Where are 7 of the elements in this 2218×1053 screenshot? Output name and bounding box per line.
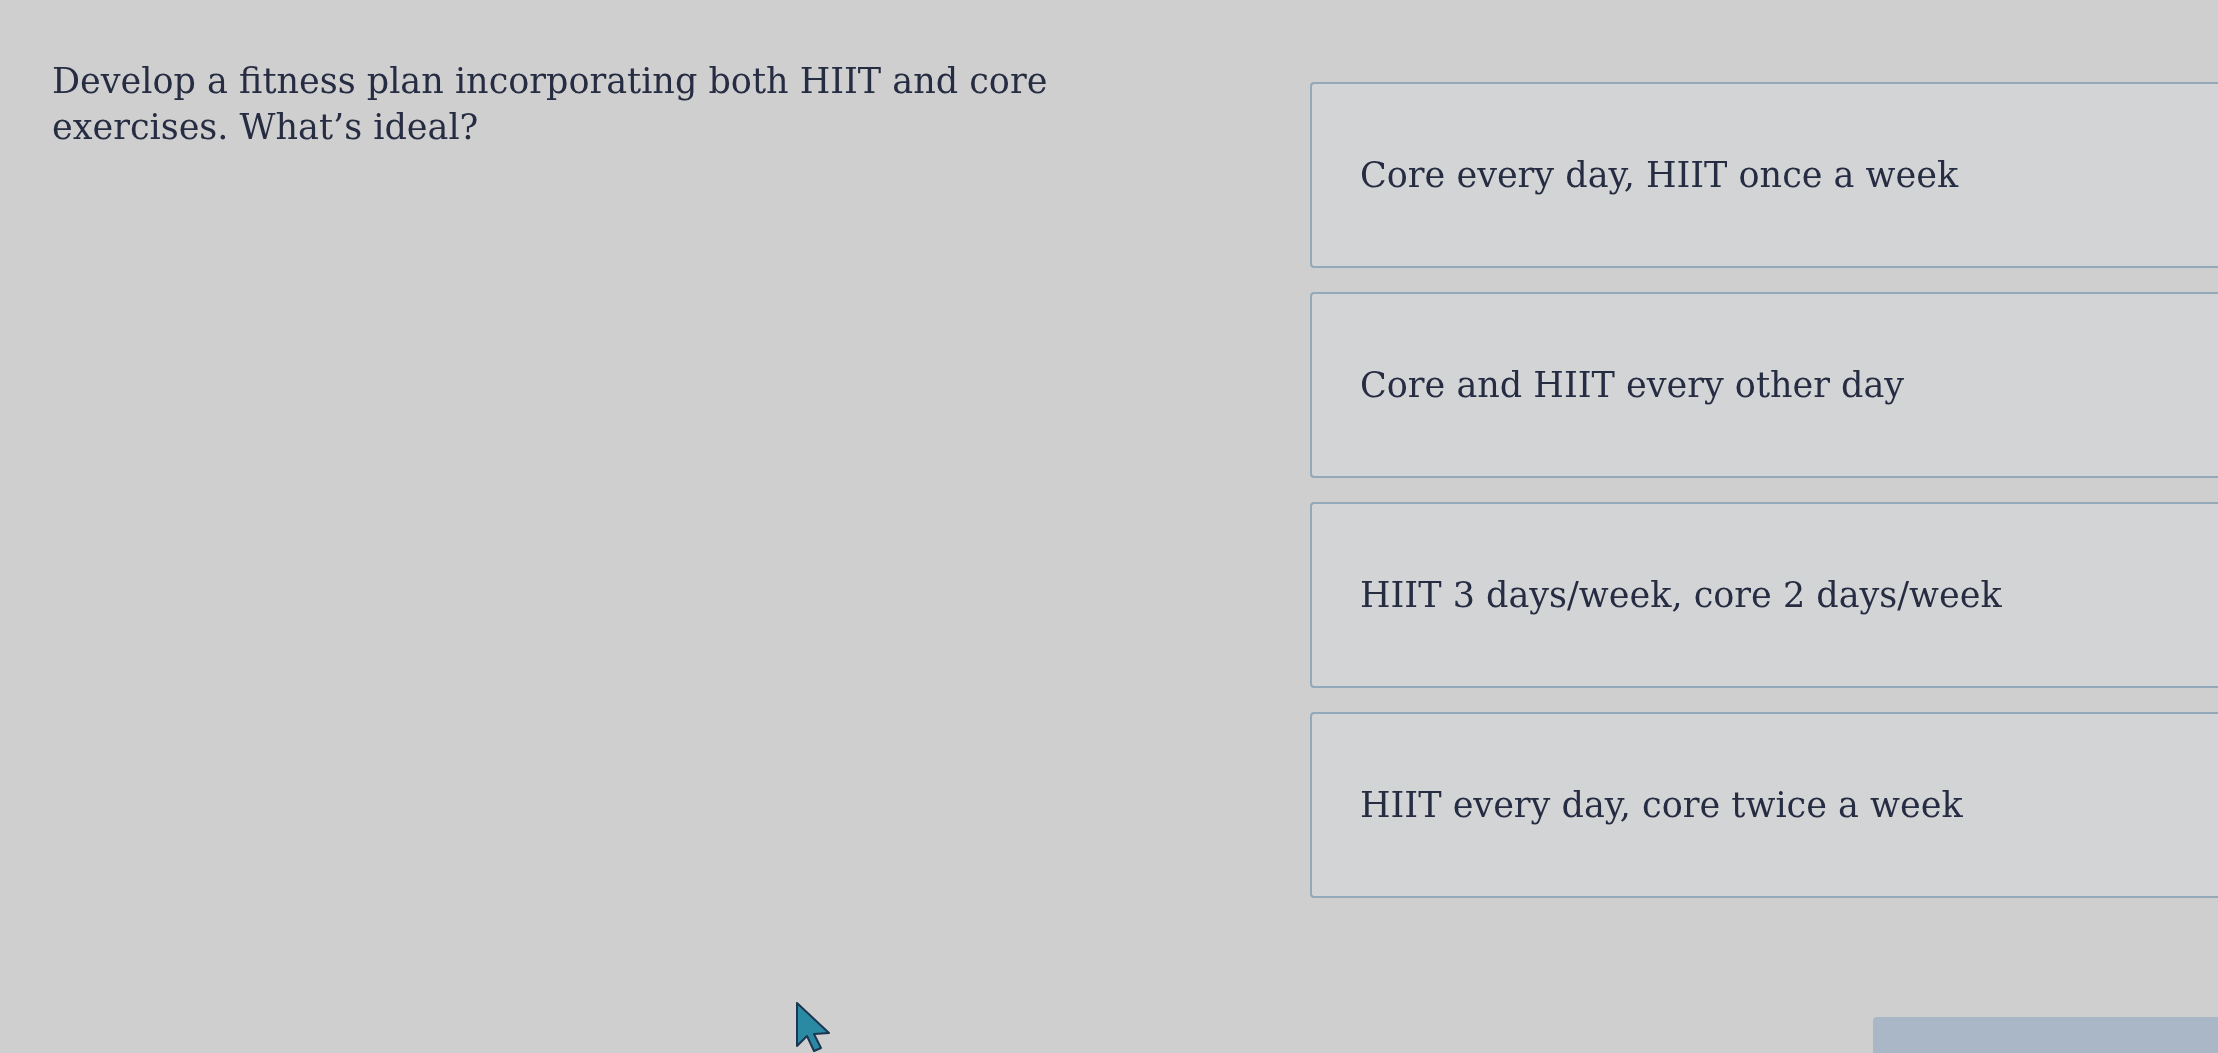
- action-button[interactable]: [1873, 1017, 2218, 1053]
- answer-option[interactable]: HIIT 3 days/week, core 2 days/week: [1310, 502, 2218, 688]
- answer-option[interactable]: HIIT every day, core twice a week: [1310, 712, 2218, 898]
- mouse-pointer-icon: [796, 1002, 830, 1052]
- answer-option[interactable]: Core every day, HIIT once a week: [1310, 82, 2218, 268]
- question-text: Develop a fitness plan incorporating both HIIT and core exercises. What’s ideal?: [52, 60, 1049, 149]
- answer-option[interactable]: Core and HIIT every other day: [1310, 292, 2218, 478]
